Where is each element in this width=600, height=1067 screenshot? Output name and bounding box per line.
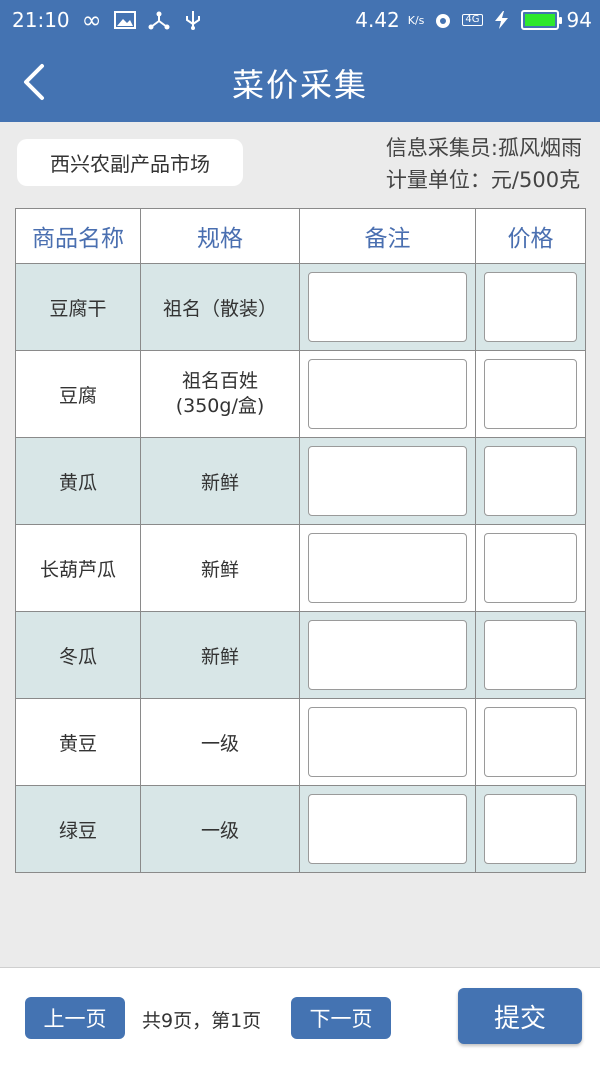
table-row: 绿豆 一级 (15, 785, 586, 873)
table-row: 豆腐干 祖名（散装） (15, 263, 586, 351)
image-icon (113, 11, 136, 29)
product-spec: 新鲜 (140, 437, 300, 525)
product-name: 黄豆 (15, 698, 141, 786)
price-input[interactable] (484, 707, 577, 777)
product-name: 长葫芦瓜 (15, 524, 141, 612)
pagination-footer: 上一页 共9页，第1页 下一页 提交 (0, 967, 600, 1067)
product-name: 豆腐 (15, 350, 141, 438)
collector-info: 信息采集员:孤风烟雨 计量单位：元/500克 (386, 132, 582, 196)
note-input[interactable] (308, 446, 467, 516)
product-name: 冬瓜 (15, 611, 141, 699)
market-selector[interactable]: 西兴农副产品市场 (17, 139, 243, 186)
header-price: 价格 (475, 208, 586, 264)
status-bar: 21:10 ∞ 4.42 K/s 4G 94 (0, 0, 600, 42)
spec-line: (350g/盒) (175, 395, 265, 417)
page-title: 菜价采集 (231, 66, 368, 104)
product-spec: 一级 (140, 785, 300, 873)
product-spec: 祖名（散装） (140, 263, 300, 351)
price-input[interactable] (484, 533, 577, 603)
infinity-icon: ∞ (81, 6, 102, 34)
submit-button[interactable]: 提交 (458, 988, 582, 1044)
table-row: 冬瓜 新鲜 (15, 611, 586, 699)
battery-icon (520, 10, 562, 30)
network-type: 4G (462, 14, 483, 26)
product-name: 豆腐干 (15, 263, 141, 351)
share-icon (148, 11, 170, 30)
table-row: 黄瓜 新鲜 (15, 437, 586, 525)
header-name: 商品名称 (15, 208, 141, 264)
network-speed-unit: K/s (407, 13, 425, 27)
product-name: 黄瓜 (15, 437, 141, 525)
usb-icon (185, 11, 200, 30)
price-input[interactable] (484, 620, 577, 690)
note-input[interactable] (308, 794, 467, 864)
note-input[interactable] (308, 533, 467, 603)
network-speed: 4.42 (355, 8, 400, 32)
header-spec: 规格 (140, 208, 300, 264)
product-spec: 祖名百姓 (350g/盒) (140, 350, 300, 438)
header-note: 备注 (299, 208, 476, 264)
note-input[interactable] (308, 620, 467, 690)
table-row: 黄豆 一级 (15, 698, 586, 786)
table-row: 豆腐 祖名百姓 (350g/盒) (15, 350, 586, 438)
product-spec: 一级 (140, 698, 300, 786)
prev-page-button[interactable]: 上一页 (25, 997, 125, 1039)
note-input[interactable] (308, 707, 467, 777)
charging-icon (494, 11, 508, 29)
status-time: 21:10 (12, 8, 70, 32)
next-page-button[interactable]: 下一页 (291, 997, 391, 1039)
price-table: 商品名称 规格 备注 价格 豆腐干 祖名（散装） 豆腐 祖名百姓 (350g/盒… (15, 208, 586, 873)
product-spec: 新鲜 (140, 524, 300, 612)
measurement-unit: 计量单位：元/500克 (385, 168, 581, 192)
table-row: 长葫芦瓜 新鲜 (15, 524, 586, 612)
note-input[interactable] (308, 359, 467, 429)
note-input[interactable] (308, 272, 467, 342)
price-input[interactable] (484, 272, 577, 342)
alarm-icon (436, 14, 451, 28)
battery-percent: 94 (566, 8, 592, 32)
price-input[interactable] (484, 359, 577, 429)
page-info: 共9页，第1页 (142, 1010, 262, 1032)
product-name: 绿豆 (15, 785, 141, 873)
product-spec: 新鲜 (140, 611, 300, 699)
collector-name: 信息采集员:孤风烟雨 (385, 136, 582, 160)
spec-line: 祖名百姓 (181, 370, 258, 392)
price-input[interactable] (484, 446, 577, 516)
top-bar: 21:10 ∞ 4.42 K/s 4G 94 菜价采集 (0, 0, 600, 122)
price-input[interactable] (484, 794, 577, 864)
